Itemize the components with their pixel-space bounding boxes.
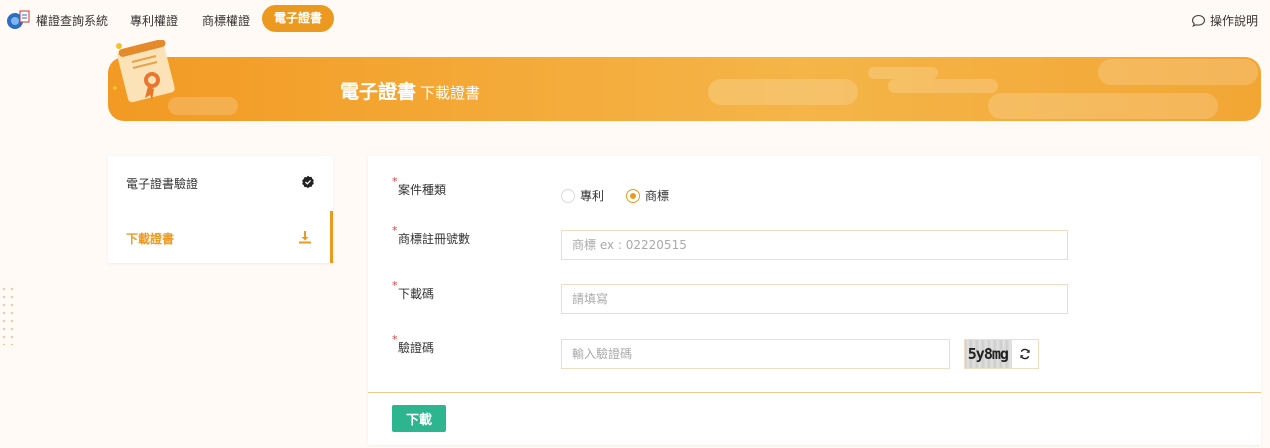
help-link[interactable]: 操作說明 [1191,12,1258,29]
banner-cloud-decor [868,67,938,79]
certificate-scroll-icon [108,40,188,108]
radio-trademark-label[interactable]: 商標 [645,187,669,204]
download-code-input[interactable] [561,284,1068,314]
top-nav: 權證查詢系統 專利權證 商標權證 電子證書 操作說明 [0,0,1270,38]
download-code-label: *下載碼 [398,285,434,302]
brand-name[interactable]: 權證查詢系統 [36,12,108,29]
banner-cloud-decor [888,79,998,93]
banner-subtitle: 下載證書 [420,84,480,102]
nav-e-cert[interactable]: 電子證書 [262,5,334,32]
download-form: *案件種類 專利 商標 *商標註冊號數 *下載碼 *驗證碼 5y8mg 下載 [368,156,1261,445]
page-title: 電子證書下載證書 [340,77,480,104]
download-button[interactable]: 下載 [392,405,446,432]
nav-patent-cert[interactable]: 專利權證 [130,12,178,29]
case-type-label-text: 案件種類 [398,183,446,197]
radio-patent-label[interactable]: 專利 [580,187,604,204]
page-banner: 電子證書下載證書 [108,57,1261,121]
required-mark: * [392,175,398,188]
case-type-radio-group: 專利 商標 [561,187,691,204]
nav-trademark-cert[interactable]: 商標權證 [202,12,250,29]
radio-patent[interactable] [561,189,575,203]
banner-cloud-decor [988,93,1218,119]
required-mark: * [392,333,398,346]
captcha-image: 5y8mg [965,340,1011,368]
side-menu: 電子證書驗證 下載證書 [108,156,333,263]
reg-no-label-text: 商標註冊號數 [398,232,470,246]
refresh-icon [1019,348,1031,360]
reg-no-input[interactable] [561,230,1068,260]
captcha-input[interactable] [561,339,950,369]
required-mark: * [392,224,398,237]
banner-cloud-decor [1098,59,1258,85]
case-type-label: *案件種類 [398,181,446,198]
help-label: 操作說明 [1210,12,1258,29]
required-mark: * [392,279,398,292]
verified-badge-icon [301,175,315,189]
reg-no-label: *商標註冊號數 [398,230,470,247]
captcha-label-text: 驗證碼 [398,341,434,355]
side-item-verify[interactable]: 電子證書驗證 [108,156,333,208]
side-item-download[interactable]: 下載證書 [108,211,333,263]
captcha-refresh-button[interactable] [1011,340,1038,368]
download-icon [298,230,312,244]
side-item-label: 電子證書驗證 [126,175,198,192]
dots-decor [0,285,16,345]
side-item-label: 下載證書 [126,230,174,247]
captcha-box: 5y8mg [964,339,1039,369]
download-code-label-text: 下載碼 [398,287,434,301]
banner-title: 電子證書 [340,81,416,103]
captcha-label: *驗證碼 [398,339,434,356]
chat-bubble-icon [1191,14,1206,28]
banner-cloud-decor [708,79,858,105]
form-divider [368,392,1261,393]
logo-icon[interactable] [5,8,31,30]
radio-trademark[interactable] [626,189,640,203]
